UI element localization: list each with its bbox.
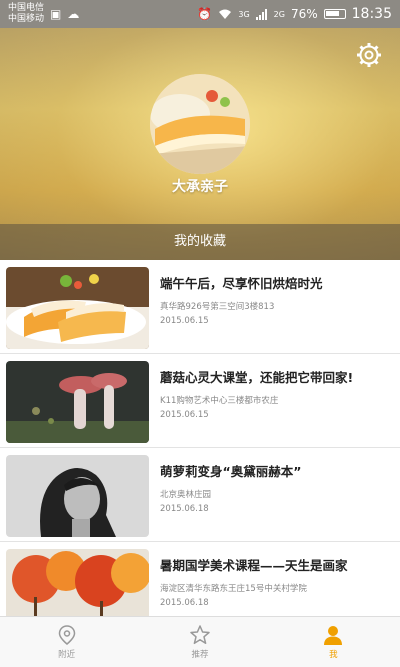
- battery-percent: 76%: [290, 7, 318, 21]
- clock: 18:35: [351, 6, 392, 22]
- item-date: 2015.06.18: [160, 504, 209, 514]
- item-thumbnail: [6, 549, 149, 616]
- item-date: 2015.06.15: [160, 410, 209, 420]
- item-address: 海淀区清华东路东王庄15号中关村学院: [160, 584, 307, 594]
- user-icon: [324, 626, 343, 645]
- item-date: 2015.06.18: [160, 598, 209, 608]
- tab-me-label: 我: [329, 650, 338, 660]
- item-title: 端午午后，尽享怀旧烘焙时光: [160, 276, 323, 291]
- cloud-icon: ☁: [67, 7, 80, 21]
- carrier-2: 中国移动: [8, 14, 45, 24]
- item-address: 北京奥林庄园: [160, 490, 212, 500]
- tab-my-favorites[interactable]: 我的收藏: [0, 224, 400, 260]
- list-item[interactable]: 暑期国学美术课程——天生是画家 海淀区清华东路东王庄15号中关村学院 2015.…: [0, 542, 400, 616]
- item-title: 萌萝莉变身“奥黛丽赫本”: [160, 464, 302, 479]
- item-thumbnail: [6, 455, 149, 537]
- gear-icon[interactable]: [356, 42, 382, 68]
- tab-recommend-label: 推荐: [191, 650, 209, 660]
- network-1: 3G: [238, 9, 250, 19]
- tab-nearby-label: 附近: [58, 650, 76, 660]
- item-thumbnail: [6, 267, 149, 349]
- profile-header: 大承亲子 我的收藏: [0, 28, 400, 260]
- network-2: 2G: [273, 9, 285, 19]
- list-item[interactable]: 萌萝莉变身“奥黛丽赫本” 北京奥林庄园 2015.06.18: [0, 448, 400, 542]
- location-pin-icon: [58, 625, 75, 645]
- favorites-list: 端午午后，尽享怀旧烘焙时光 真华路926号第三空间3楼813 2015.06.1…: [0, 260, 400, 616]
- carrier-info: 中国电信 中国移动: [8, 3, 44, 25]
- carrier-1: 中国电信: [8, 3, 45, 13]
- list-item[interactable]: 蘑菇心灵大课堂，还能把它带回家! K11购物艺术中心三楼都市农庄 2015.06…: [0, 354, 400, 448]
- item-thumbnail: [6, 361, 149, 443]
- status-bar: 中国电信 中国移动 ▣ ☁ ⏰ 3G 2G 76% 18:35: [0, 0, 400, 28]
- bottom-nav: 附近 推荐 我: [0, 616, 400, 667]
- battery-icon: [323, 9, 346, 19]
- status-right: ⏰ 3G 2G 76% 18:35: [197, 6, 392, 22]
- item-address: 真华路926号第三空间3楼813: [160, 302, 275, 312]
- wifi-icon: [219, 9, 232, 19]
- tab-nearby[interactable]: 附近: [0, 617, 133, 667]
- star-icon: [190, 625, 210, 645]
- item-address: K11购物艺术中心三楼都市农庄: [160, 396, 279, 406]
- alarm-icon: ⏰: [197, 7, 213, 21]
- item-title: 暑期国学美术课程——天生是画家: [160, 558, 348, 573]
- image-icon: ▣: [50, 7, 62, 21]
- list-item[interactable]: 端午午后，尽享怀旧烘焙时光 真华路926号第三空间3楼813 2015.06.1…: [0, 260, 400, 354]
- username: 大承亲子: [172, 179, 228, 195]
- item-title: 蘑菇心灵大课堂，还能把它带回家!: [160, 370, 354, 385]
- tab-recommend[interactable]: 推荐: [133, 617, 266, 667]
- signal-icon: [255, 8, 267, 20]
- item-date: 2015.06.15: [160, 316, 209, 326]
- tab-me[interactable]: 我: [267, 617, 400, 667]
- avatar[interactable]: [150, 74, 250, 174]
